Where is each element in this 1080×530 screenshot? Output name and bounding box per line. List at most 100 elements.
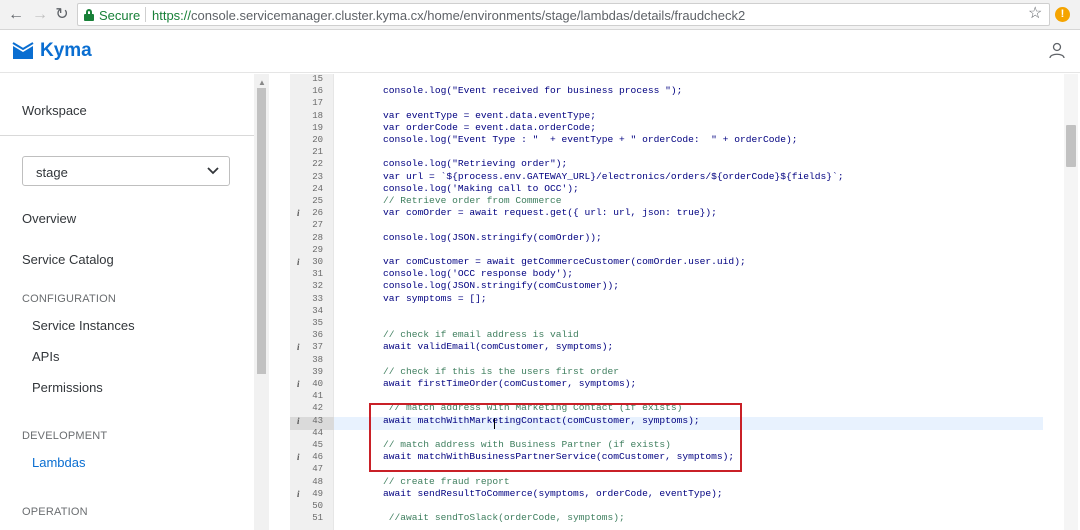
annotation-highlight-box [369, 403, 742, 472]
line-number: 49 [312, 488, 323, 499]
sidebar-heading-operation: OPERATION [22, 506, 88, 518]
info-icon[interactable]: i [297, 379, 300, 389]
editor-scrollbar[interactable] [1043, 74, 1080, 530]
code-line[interactable]: console.log(JSON.stringify(comCustomer))… [383, 280, 619, 291]
sidebar-item-service-catalog[interactable]: Service Catalog [22, 252, 114, 267]
info-icon[interactable]: i [297, 489, 300, 499]
sidebar: Workspace stage Overview Service Catalog… [0, 74, 254, 530]
code-line[interactable]: console.log('Making call to OCC'); [383, 183, 579, 194]
line-number: 32 [312, 281, 323, 292]
line-number: 45 [312, 440, 323, 450]
url-path: console.servicemanager.cluster.kyma.cx/h… [191, 8, 746, 23]
scroll-up-icon[interactable]: ▲ [258, 78, 266, 87]
code-line[interactable]: console.log("Event received for business… [383, 85, 682, 96]
code-line[interactable]: var comCustomer = await getCommerceCusto… [383, 256, 746, 267]
user-icon[interactable] [1048, 41, 1066, 59]
line-number: 42 [312, 403, 323, 414]
sidebar-item-lambdas[interactable]: Lambdas [32, 455, 85, 470]
lock-icon [84, 9, 94, 21]
app-header: Kyma [0, 31, 1080, 73]
logo-text: Kyma [40, 40, 92, 61]
code-line[interactable]: console.log(JSON.stringify(comOrder)); [383, 232, 602, 243]
code-line[interactable]: var comOrder = await request.get({ url: … [383, 207, 717, 218]
code-line[interactable]: var symptoms = []; [383, 293, 487, 304]
code-line[interactable]: //await sendToSlack(orderCode, symptoms)… [383, 512, 625, 523]
line-number: 50 [312, 501, 323, 511]
line-number: 35 [312, 318, 323, 328]
line-number: 26 [312, 208, 323, 219]
info-icon[interactable]: i [297, 257, 300, 267]
sidebar-scrollbar[interactable]: ▲ [254, 74, 269, 530]
line-number: 17 [312, 98, 323, 109]
star-icon[interactable]: ☆ [1028, 4, 1042, 24]
chevron-down-icon [207, 167, 219, 175]
line-number: 37 [312, 342, 323, 353]
editor-scrollbar-thumb[interactable] [1066, 125, 1076, 167]
line-number: 36 [312, 330, 323, 341]
code-line[interactable]: // check if this is the users first orde… [383, 366, 619, 377]
line-number: 22 [312, 159, 323, 170]
line-number: 29 [312, 244, 323, 255]
code-line[interactable]: // create fraud report [383, 476, 510, 487]
line-number: 33 [312, 293, 323, 304]
sidebar-item-overview[interactable]: Overview [22, 211, 76, 226]
code-line[interactable]: var url = `${process.env.GATEWAY_URL}/el… [383, 171, 844, 182]
code-line[interactable]: await validEmail(comCustomer, symptoms); [383, 341, 613, 352]
line-number: 47 [312, 464, 323, 475]
line-number: 46 [312, 452, 323, 463]
code-line[interactable]: console.log("Event Type : " + eventType … [383, 134, 798, 145]
forward-arrow-icon[interactable]: → [30, 5, 50, 25]
code-line[interactable]: await firstTimeOrder(comCustomer, sympto… [383, 378, 636, 389]
info-icon[interactable]: i [297, 452, 300, 462]
code-line[interactable]: await sendResultToCommerce(symptoms, ord… [383, 488, 723, 499]
address-separator [145, 7, 146, 22]
line-number: 44 [312, 427, 323, 438]
line-number: 21 [312, 147, 323, 158]
info-icon[interactable]: i [297, 342, 300, 352]
line-number: 30 [312, 257, 323, 267]
code-line[interactable]: // check if email address is valid [383, 329, 579, 340]
sidebar-item-service-instances[interactable]: Service Instances [32, 318, 135, 333]
address-bar[interactable]: Secure https://console.servicemanager.cl… [77, 3, 1050, 26]
environment-select[interactable]: stage [22, 156, 230, 186]
code-line[interactable]: var eventType = event.data.eventType; [383, 110, 596, 121]
line-number: 38 [312, 354, 323, 365]
line-number: 25 [312, 196, 323, 206]
reload-icon[interactable]: ↻ [52, 5, 72, 25]
code-line[interactable]: console.log("Retrieving order"); [383, 158, 567, 169]
sidebar-item-apis[interactable]: APIs [32, 349, 59, 364]
line-number: 34 [312, 305, 323, 316]
secure-label: Secure [99, 8, 141, 23]
line-number: 27 [312, 220, 323, 231]
line-number: 31 [312, 269, 323, 280]
sidebar-item-workspace[interactable]: Workspace [22, 103, 87, 118]
line-number: 51 [312, 513, 323, 524]
url-protocol: https:// [152, 8, 192, 23]
line-number: 18 [312, 110, 323, 121]
line-number: 23 [312, 171, 323, 182]
info-icon[interactable]: i [297, 208, 300, 218]
logo[interactable]: Kyma [12, 40, 92, 62]
line-number: 48 [312, 476, 323, 487]
sidebar-item-permissions[interactable]: Permissions [32, 380, 103, 395]
url-text[interactable]: https://console.servicemanager.cluster.k… [152, 8, 745, 23]
sidebar-heading-development: DEVELOPMENT [22, 430, 108, 442]
code-line[interactable]: var orderCode = event.data.orderCode; [383, 122, 596, 133]
code-line[interactable]: console.log('OCC response body'); [383, 268, 573, 279]
warning-icon[interactable]: ! [1055, 7, 1070, 22]
line-number: 40 [312, 379, 323, 389]
line-number: 19 [312, 122, 323, 133]
line-number: 20 [312, 135, 323, 145]
line-number: 15 [312, 74, 323, 84]
environment-select-value: stage [36, 165, 68, 180]
info-icon[interactable]: i [297, 416, 300, 426]
sidebar-heading-configuration: CONFIGURATION [22, 293, 117, 305]
line-number: 39 [312, 366, 323, 377]
code-line[interactable]: // Retrieve order from Commerce [383, 195, 561, 206]
kyma-logo-icon [12, 42, 34, 59]
sidebar-divider [0, 135, 254, 136]
sidebar-scrollbar-thumb[interactable] [257, 88, 266, 374]
line-number: 16 [312, 86, 323, 97]
browser-toolbar: ← → ↻ Secure https://console.servicemana… [0, 0, 1080, 30]
back-arrow-icon[interactable]: ← [6, 5, 26, 25]
